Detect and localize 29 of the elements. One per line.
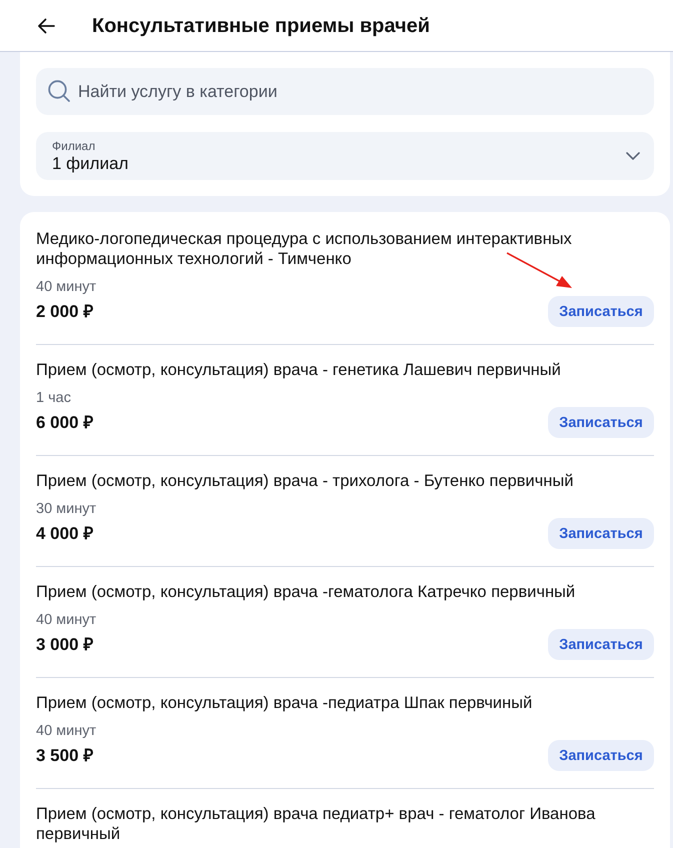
service-price: 2 000 ₽ — [36, 300, 94, 322]
book-button[interactable]: Записаться — [548, 740, 654, 771]
search-icon — [48, 80, 70, 102]
arrow-icon — [505, 250, 573, 290]
service-price: 3 000 ₽ — [36, 634, 94, 656]
page-title: Консультативные приемы врачей — [92, 14, 430, 38]
service-duration: 40 минут — [36, 722, 98, 740]
service-title: Прием (осмотр, консультация) врача педиатр+ врач - гематолог Иванова первичный — [36, 804, 596, 844]
service-title: Медико-логопедическая процедура с использованием интерактивных информационных технологий - Тимченко — [36, 229, 573, 269]
book-button[interactable]: Записаться — [548, 407, 654, 438]
service-price: 3 500 ₽ — [36, 744, 94, 766]
service-duration: 30 минут — [36, 500, 98, 518]
back-button[interactable] — [37, 16, 55, 34]
service-duration: 40 минут — [36, 278, 98, 296]
service-duration: 1 час — [36, 389, 72, 407]
book-button[interactable]: Записаться — [548, 296, 654, 327]
book-button[interactable]: Записаться — [548, 518, 654, 549]
chevron-down-icon — [626, 152, 640, 160]
service-title: Прием (осмотр, консультация) врача - трихолога - Бутенко первичный — [36, 471, 574, 491]
service-duration: 40 минут — [36, 611, 98, 629]
service-title: Прием (осмотр, консультация) врача -педиатра Шпак первчиный — [36, 693, 534, 713]
back-arrow-icon — [37, 16, 55, 34]
service-price: 4 000 ₽ — [36, 522, 94, 544]
branch-dropdown[interactable]: Филиал 1 филиал — [36, 132, 654, 180]
service-title: Прием (осмотр, консультация) врача -гематолога Катречко первичный — [36, 582, 576, 602]
book-button[interactable]: Записаться — [548, 629, 654, 660]
service-price: 6 000 ₽ — [36, 412, 94, 434]
service-title: Прием (осмотр, консультация) врача - генетика Лашевич первичный — [36, 360, 562, 380]
search-field[interactable]: Найти услугу в категории — [36, 68, 654, 115]
